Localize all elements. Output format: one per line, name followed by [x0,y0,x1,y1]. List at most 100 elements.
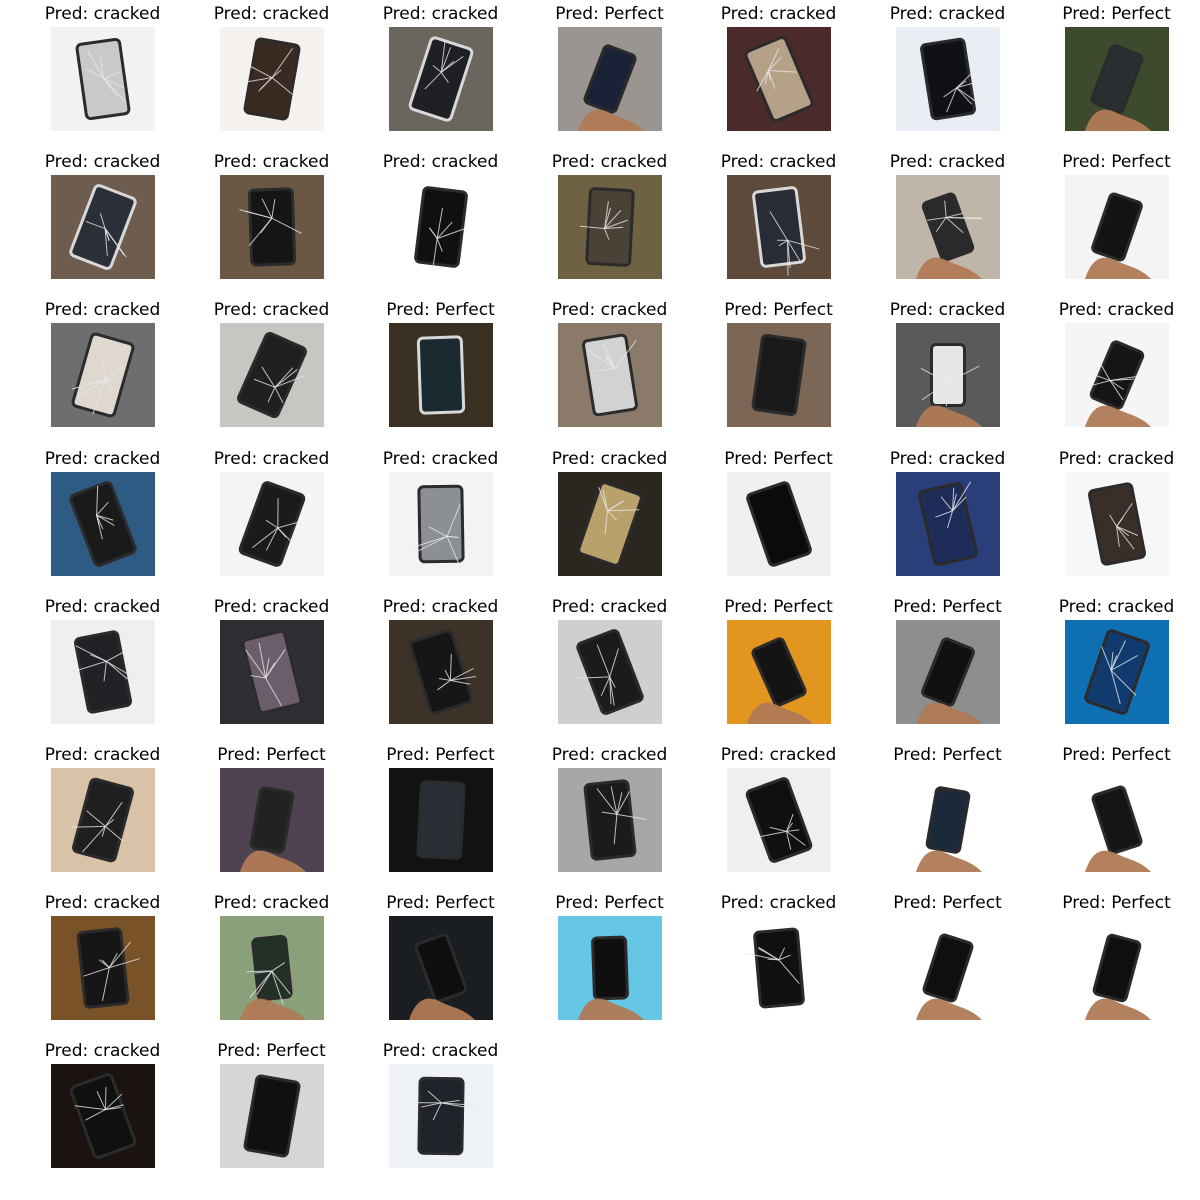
prediction-label: Pred: Perfect [724,449,833,469]
prediction-label: Pred: cracked [551,745,668,765]
prediction-label: Pred: Perfect [555,4,664,24]
prediction-cell: Pred: Perfect [356,893,525,1047]
thumbnail-image [558,472,662,576]
prediction-label: Pred: cracked [1058,449,1175,469]
thumbnail-image [220,27,324,131]
thumbnail-image [1065,768,1169,872]
thumbnail-image [389,175,493,279]
prediction-label: Pred: cracked [889,300,1006,320]
thumbnail-image [51,323,155,427]
thumbnail [51,768,155,872]
thumbnail [727,472,831,576]
prediction-label: Pred: cracked [382,449,499,469]
thumbnail [896,472,1000,576]
phone-screen [594,938,626,998]
prediction-label: Pred: Perfect [217,1041,326,1061]
thumbnail-image [558,768,662,872]
prediction-label: Pred: cracked [382,4,499,24]
thumbnail-image [389,620,493,724]
prediction-cell: Pred: cracked [18,4,187,158]
prediction-label: Pred: Perfect [893,893,1002,913]
thumbnail-image [389,323,493,427]
thumbnail-image [1065,323,1169,427]
prediction-cell: Pred: Perfect [863,745,1032,899]
prediction-cell: Pred: cracked [863,152,1032,306]
thumbnail-image [389,768,493,872]
prediction-label: Pred: Perfect [217,745,326,765]
prediction-cell: Pred: cracked [525,597,694,751]
prediction-cell: Pred: cracked [863,4,1032,158]
prediction-cell: Pred: cracked [525,449,694,603]
thumbnail [51,1064,155,1168]
prediction-cell: Pred: cracked [18,893,187,1047]
prediction-cell: Pred: cracked [356,152,525,306]
thumbnail [220,916,324,1020]
prediction-label: Pred: Perfect [1062,893,1171,913]
thumbnail [389,916,493,1020]
prediction-label: Pred: cracked [720,4,837,24]
thumbnail [389,472,493,576]
prediction-label: Pred: cracked [551,597,668,617]
prediction-label: Pred: cracked [213,300,330,320]
prediction-label: Pred: Perfect [724,597,833,617]
thumbnail-image [220,768,324,872]
prediction-cell: Pred: cracked [694,4,863,158]
prediction-label: Pred: Perfect [1062,4,1171,24]
thumbnail [389,620,493,724]
prediction-label: Pred: Perfect [386,300,495,320]
thumbnail [389,323,493,427]
prediction-label: Pred: Perfect [893,745,1002,765]
prediction-cell: Pred: Perfect [694,300,863,454]
thumbnail [1065,620,1169,724]
prediction-cell: Pred: cracked [187,597,356,751]
prediction-cell: Pred: Perfect [356,745,525,899]
prediction-cell: Pred: cracked [18,597,187,751]
thumbnail-image [51,768,155,872]
thumbnail-image [220,620,324,724]
prediction-label: Pred: cracked [44,745,161,765]
thumbnail-image [220,1064,324,1168]
thumbnail-image [220,472,324,576]
prediction-cell: Pred: cracked [356,449,525,603]
thumbnail [1065,472,1169,576]
prediction-label: Pred: Perfect [724,300,833,320]
prediction-label: Pred: cracked [44,152,161,172]
prediction-cell: Pred: cracked [187,4,356,158]
thumbnail-image [896,768,1000,872]
prediction-label: Pred: cracked [44,1041,161,1061]
phone-shape [591,935,629,1001]
thumbnail-image [558,175,662,279]
prediction-cell: Pred: cracked [694,745,863,899]
thumbnail [727,620,831,724]
thumbnail [220,768,324,872]
thumbnail-image [389,1064,493,1168]
prediction-cell: Pred: cracked [525,152,694,306]
thumbnail [389,175,493,279]
prediction-cell: Pred: cracked [356,1041,525,1195]
thumbnail [896,620,1000,724]
prediction-cell: Pred: cracked [863,449,1032,603]
prediction-cell: Pred: cracked [1032,449,1200,603]
thumbnail [220,472,324,576]
thumbnail [51,27,155,131]
prediction-cell: Pred: cracked [187,300,356,454]
thumbnail [51,175,155,279]
thumbnail [220,323,324,427]
thumbnail-image [1065,27,1169,131]
thumbnail-image [558,620,662,724]
prediction-label: Pred: cracked [551,300,668,320]
prediction-label: Pred: cracked [213,152,330,172]
prediction-label: Pred: cracked [1058,300,1175,320]
thumbnail-image [727,27,831,131]
prediction-cell: Pred: Perfect [525,893,694,1047]
thumbnail [896,768,1000,872]
thumbnail [389,27,493,131]
prediction-label: Pred: Perfect [386,745,495,765]
thumbnail [1065,916,1169,1020]
prediction-label: Pred: cracked [889,4,1006,24]
prediction-label: Pred: cracked [889,152,1006,172]
thumbnail-image [51,620,155,724]
prediction-cell: Pred: Perfect [525,4,694,158]
prediction-cell: Pred: cracked [18,300,187,454]
thumbnail-image [1065,472,1169,576]
